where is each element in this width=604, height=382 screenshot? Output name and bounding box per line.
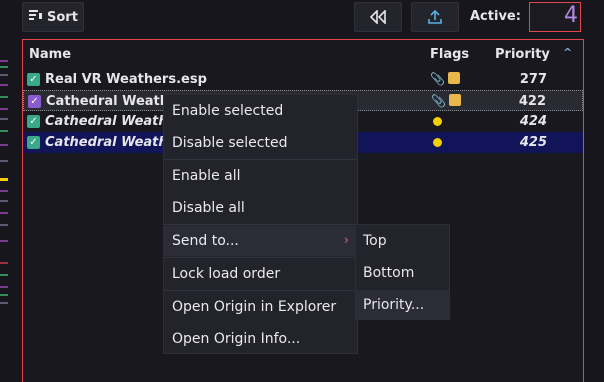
checkbox-checked-icon[interactable]: ✓: [27, 136, 40, 149]
menu-item-disable-selected[interactable]: Disable selected: [164, 128, 357, 158]
checkbox-checked-icon[interactable]: ✓: [27, 115, 40, 128]
rewind-icon: [369, 10, 386, 24]
sort-label: Sort: [47, 9, 78, 25]
context-menu: Enable selected Disable selected Enable …: [163, 94, 358, 354]
submenu-item-priority[interactable]: Priority...: [356, 290, 449, 320]
yellow-dot-icon: [433, 117, 442, 126]
active-count-field[interactable]: 4: [529, 2, 581, 32]
yellow-dot-icon: [433, 138, 442, 147]
plugin-priority: 425: [519, 135, 547, 150]
paperclip-icon: 📎: [430, 72, 445, 86]
sort-icon: [29, 9, 43, 25]
menu-item-send-to[interactable]: Send to... ›: [164, 226, 357, 256]
submenu-item-top[interactable]: Top: [356, 226, 449, 256]
send-to-submenu: Top Bottom Priority...: [355, 224, 450, 320]
paperclip-icon: 📎: [431, 94, 446, 108]
table-row[interactable]: ✓ Real VR Weathers.esp 📎 277: [23, 69, 583, 90]
table-header: Name Flags Priority ^: [23, 40, 583, 66]
sort-button[interactable]: Sort: [22, 2, 84, 32]
menu-item-send-to-label: Send to...: [172, 233, 239, 249]
column-header-priority[interactable]: Priority: [495, 47, 550, 62]
plugin-name: Cathedral Weather: [45, 114, 163, 129]
menu-item-lock-load-order[interactable]: Lock load order: [164, 259, 357, 289]
active-count-label: Active:: [470, 9, 521, 24]
chevron-right-icon: ›: [343, 233, 349, 248]
package-icon: [449, 94, 461, 106]
checkbox-checked-icon[interactable]: ✓: [27, 73, 40, 86]
restore-backup-button[interactable]: [354, 2, 402, 32]
plugin-priority: 424: [519, 114, 547, 129]
menu-item-open-origin-info[interactable]: Open Origin Info...: [164, 324, 357, 354]
plugin-name: Real VR Weathers.esp: [45, 72, 207, 87]
plugin-priority: 277: [519, 72, 547, 87]
plugin-priority: 422: [518, 94, 546, 109]
menu-item-enable-selected[interactable]: Enable selected: [164, 96, 357, 126]
menu-separator: [164, 257, 357, 258]
checkbox-checked-icon[interactable]: ✓: [28, 95, 41, 108]
upload-button[interactable]: [411, 2, 459, 32]
package-icon: [448, 72, 460, 84]
toolbar: Sort Active: 4: [0, 0, 604, 38]
upload-icon: [428, 9, 442, 24]
menu-item-disable-all[interactable]: Disable all: [164, 193, 357, 223]
column-header-flags[interactable]: Flags: [430, 47, 469, 62]
menu-item-open-origin-in-explorer[interactable]: Open Origin in Explorer: [164, 292, 357, 322]
menu-separator: [164, 290, 357, 291]
menu-item-enable-all[interactable]: Enable all: [164, 161, 357, 191]
menu-separator: [164, 159, 357, 160]
menu-separator: [164, 224, 357, 225]
sort-ascending-icon[interactable]: ^: [563, 46, 572, 59]
plugin-name: Cathedral Weathe: [46, 94, 164, 109]
column-header-name[interactable]: Name: [29, 47, 71, 62]
left-color-strip: [0, 0, 8, 382]
submenu-item-bottom[interactable]: Bottom: [356, 258, 449, 288]
plugin-name: Cathedral Weather: [45, 135, 163, 150]
